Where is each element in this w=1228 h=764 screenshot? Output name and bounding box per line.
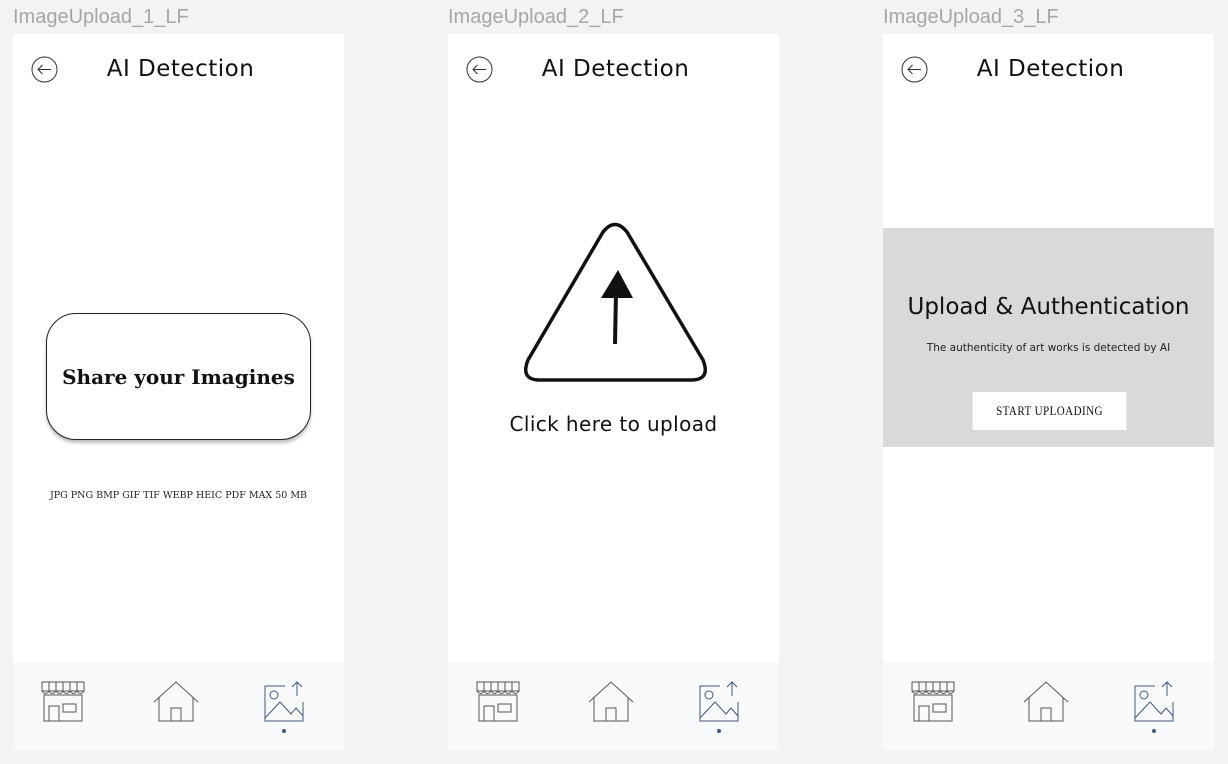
bottom-tab-bar xyxy=(448,662,779,750)
active-tab-indicator xyxy=(282,729,286,733)
image-upload-icon xyxy=(699,681,739,722)
active-tab-indicator xyxy=(717,729,721,733)
tab-image-upload[interactable] xyxy=(698,680,746,726)
share-images-label: Share your Imagines xyxy=(62,364,295,389)
start-uploading-button[interactable]: START UPLOADING xyxy=(972,392,1127,430)
page-title: AI Detection xyxy=(541,56,690,82)
page-title: AI Detection xyxy=(106,56,255,82)
home-icon xyxy=(588,681,634,722)
bottom-tab-bar xyxy=(13,662,344,750)
home-icon xyxy=(1023,681,1069,722)
tab-home[interactable] xyxy=(152,680,200,726)
active-tab-indicator xyxy=(1152,729,1156,733)
tab-store[interactable] xyxy=(909,680,957,726)
panel-title: Upload & Authentication xyxy=(907,294,1190,320)
frame-label-3: ImageUpload_3_LF xyxy=(883,6,1059,28)
tab-home[interactable] xyxy=(1022,680,1070,726)
panel-subtitle: The authenticity of art works is detecte… xyxy=(926,342,1171,354)
upload-area[interactable] xyxy=(523,220,708,386)
page-title: AI Detection xyxy=(976,56,1125,82)
frame-label-1: ImageUpload_1_LF xyxy=(13,6,189,28)
share-images-button[interactable]: Share your Imagines xyxy=(46,313,311,440)
supported-formats-text: JPG PNG BMP GIF TIF WEBP HEIC PDF MAX 50… xyxy=(49,490,308,501)
store-icon xyxy=(911,681,955,722)
tab-image-upload[interactable] xyxy=(263,680,311,726)
store-icon xyxy=(41,681,85,722)
tab-image-upload[interactable] xyxy=(1133,680,1181,726)
store-icon xyxy=(476,681,520,722)
screen-image-upload-3: AI Detection Upload & Authentication The… xyxy=(883,34,1214,750)
screen-image-upload-2: AI Detection Click here to upload xyxy=(448,34,779,750)
image-upload-icon xyxy=(1134,681,1174,722)
upload-authentication-panel: Upload & Authentication The authenticity… xyxy=(883,228,1214,447)
tab-store[interactable] xyxy=(39,680,87,726)
image-upload-icon xyxy=(264,681,304,722)
upload-arrow-icon xyxy=(524,222,707,382)
tab-home[interactable] xyxy=(587,680,635,726)
screen-image-upload-1: AI Detection Share your Imagines JPG PNG… xyxy=(13,34,344,750)
home-icon xyxy=(153,681,199,722)
bottom-tab-bar xyxy=(883,662,1214,750)
upload-instruction[interactable]: Click here to upload xyxy=(448,412,779,436)
frame-label-2: ImageUpload_2_LF xyxy=(448,6,624,28)
tab-store[interactable] xyxy=(474,680,522,726)
